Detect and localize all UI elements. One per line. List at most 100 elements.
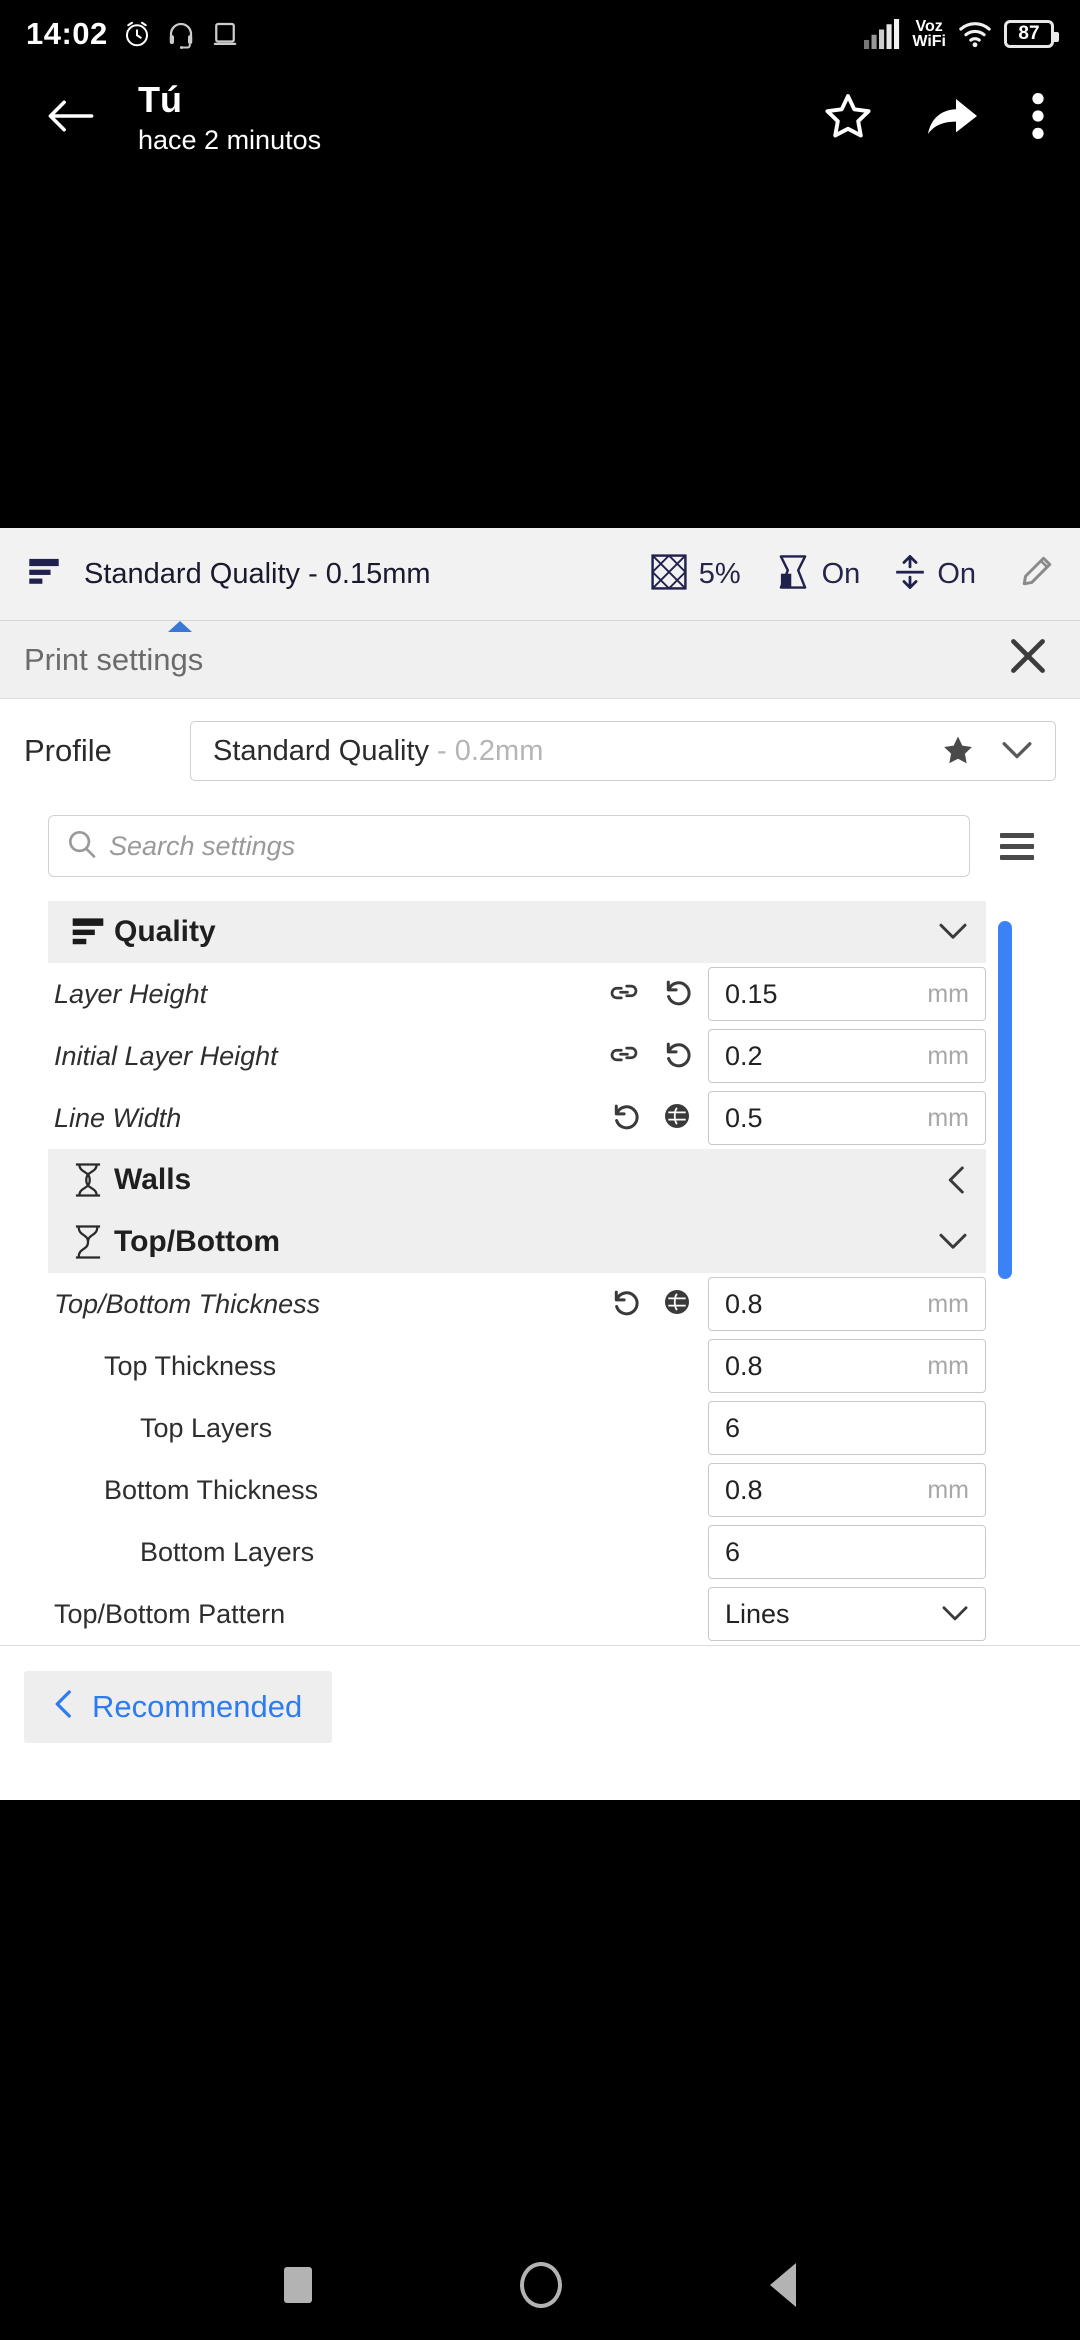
adhesion-icon	[894, 553, 926, 596]
profile-row: Profile Standard Quality - 0.2mm	[0, 699, 1080, 803]
print-setup-selector-bar[interactable]: Standard Quality - 0.15mm 5% On On	[0, 528, 1080, 621]
phone-screen: 14:02 Voz WiFi 87 Tú hace 2 minutos Stan…	[0, 0, 1080, 2340]
page-subtitle: hace 2 minutos	[138, 125, 322, 155]
home-circle-icon[interactable]	[520, 2262, 562, 2308]
scrollbar-thumb[interactable]	[998, 921, 1012, 1279]
setting-unit: mm	[927, 1103, 969, 1132]
setting-value-field[interactable]: 0.8 mm	[708, 1463, 986, 1517]
quality-layers-icon	[26, 555, 62, 594]
setting-value: 0.2	[725, 1040, 763, 1071]
setting-value-field[interactable]: 0.15 mm	[708, 967, 986, 1021]
setting-row-icons	[608, 1039, 708, 1074]
battery-icon: 87	[1004, 20, 1059, 48]
setting-value: 0.5	[725, 1102, 763, 1133]
setting-value: 6	[725, 1536, 741, 1567]
setting-row-top-layers: Top Layers 6	[48, 1397, 986, 1459]
profile-value-icon[interactable]	[662, 1101, 692, 1136]
chevron-down-icon[interactable]	[1001, 740, 1033, 762]
chevron-down-icon[interactable]	[938, 922, 968, 942]
revert-icon[interactable]	[610, 1287, 640, 1322]
hamburger-menu-icon[interactable]	[1000, 832, 1034, 860]
profile-select[interactable]: Standard Quality - 0.2mm	[190, 721, 1056, 781]
infill-stat[interactable]: 5%	[650, 553, 741, 596]
wifi-icon	[958, 19, 992, 49]
settings-list: Quality Layer Height 0.15 mm Initial Lay…	[48, 901, 1012, 1645]
setting-label: Top Layers	[140, 1412, 273, 1443]
setting-value-field[interactable]: 6	[708, 1525, 986, 1579]
cura-app-screenshot: Standard Quality - 0.15mm 5% On On Print…	[0, 528, 1080, 1800]
chevron-down-icon[interactable]	[941, 1605, 969, 1623]
status-bar-right: Voz WiFi 87	[864, 19, 1059, 50]
chevron-down-icon[interactable]	[938, 1232, 968, 1252]
setting-value-select[interactable]: Lines	[708, 1587, 986, 1641]
laptop-icon	[210, 19, 240, 49]
setting-row-icons	[610, 1287, 708, 1322]
battery-level: 87	[1018, 23, 1040, 44]
section-header-walls[interactable]: Walls	[48, 1149, 986, 1211]
setting-value-field[interactable]: 0.5 mm	[708, 1091, 986, 1145]
setting-value-field[interactable]: 0.8 mm	[708, 1277, 986, 1331]
print-settings-title: Print settings	[24, 641, 204, 677]
support-stat[interactable]: On	[775, 553, 861, 596]
back-button[interactable]	[28, 96, 114, 141]
setting-label: Layer Height	[54, 978, 208, 1009]
status-clock: 14:02	[26, 16, 108, 51]
setting-value-field[interactable]: 0.2 mm	[708, 1029, 986, 1083]
recents-square-icon[interactable]	[284, 2267, 312, 2303]
profile-value-icon[interactable]	[662, 1287, 692, 1322]
infill-icon	[650, 553, 688, 596]
settings-scrollbar[interactable]	[998, 921, 1012, 1279]
status-bar: 14:02 Voz WiFi 87	[0, 0, 1080, 68]
active-profile-label: Standard Quality - 0.15mm	[84, 557, 431, 590]
adhesion-stat[interactable]: On	[894, 553, 976, 596]
section-header-quality[interactable]: Quality	[48, 901, 986, 963]
setting-label: Top Thickness	[104, 1350, 277, 1381]
section-title: Quality	[114, 915, 216, 948]
infill-value: 5%	[698, 557, 741, 590]
print-settings-header: Print settings	[0, 621, 1080, 699]
setting-row-bottom-thickness: Bottom Thickness 0.8 mm	[48, 1459, 986, 1521]
alarm-clock-icon	[122, 19, 152, 49]
signal-bars-icon	[864, 19, 900, 49]
pencil-icon[interactable]	[1018, 554, 1054, 595]
revert-icon[interactable]	[610, 1101, 640, 1136]
section-title: Walls	[114, 1163, 192, 1196]
setting-label: Bottom Thickness	[104, 1474, 319, 1505]
star-icon[interactable]	[822, 90, 874, 147]
setting-row-icons	[608, 977, 708, 1012]
recommended-button[interactable]: Recommended	[24, 1670, 333, 1743]
close-icon[interactable]	[1000, 636, 1056, 683]
overflow-menu-icon[interactable]	[1030, 90, 1046, 147]
setting-value: 0.8	[725, 1350, 763, 1381]
link-icon[interactable]	[608, 979, 640, 1010]
setting-value-field[interactable]: 6	[708, 1401, 986, 1455]
active-profile-summary[interactable]: Standard Quality - 0.15mm	[26, 555, 650, 594]
setting-label: Top/Bottom Thickness	[54, 1288, 321, 1319]
print-settings-body: Profile Standard Quality - 0.2mm Search …	[0, 699, 1080, 1645]
setting-value-field[interactable]: 0.8 mm	[708, 1339, 986, 1393]
setting-unit: mm	[927, 1475, 969, 1504]
revert-icon[interactable]	[662, 1039, 692, 1074]
print-settings-footer: Recommended	[0, 1645, 1080, 1767]
app-bar: Tú hace 2 minutos	[0, 68, 1080, 168]
star-filled-icon[interactable]	[941, 734, 975, 768]
back-triangle-icon[interactable]	[770, 2263, 796, 2307]
status-bar-left: 14:02	[26, 16, 240, 52]
setting-row-layer-height: Layer Height 0.15 mm	[48, 963, 986, 1025]
link-icon[interactable]	[608, 1041, 640, 1072]
chevron-left-icon	[54, 1689, 74, 1725]
headset-icon	[166, 19, 196, 49]
setting-label: Line Width	[54, 1102, 182, 1133]
setting-unit: mm	[927, 1041, 969, 1070]
page-title: Tú	[138, 79, 182, 120]
setting-label: Initial Layer Height	[54, 1040, 278, 1071]
search-input[interactable]: Search settings	[48, 815, 970, 877]
chevron-left-icon[interactable]	[946, 1165, 968, 1195]
section-header-top-bottom[interactable]: Top/Bottom	[48, 1211, 986, 1273]
print-setup-stats: 5% On On	[650, 553, 1054, 596]
revert-icon[interactable]	[662, 977, 692, 1012]
active-tab-caret	[168, 621, 192, 632]
support-value: On	[821, 557, 861, 590]
share-icon[interactable]	[924, 92, 980, 145]
setting-unit: mm	[927, 979, 969, 1008]
